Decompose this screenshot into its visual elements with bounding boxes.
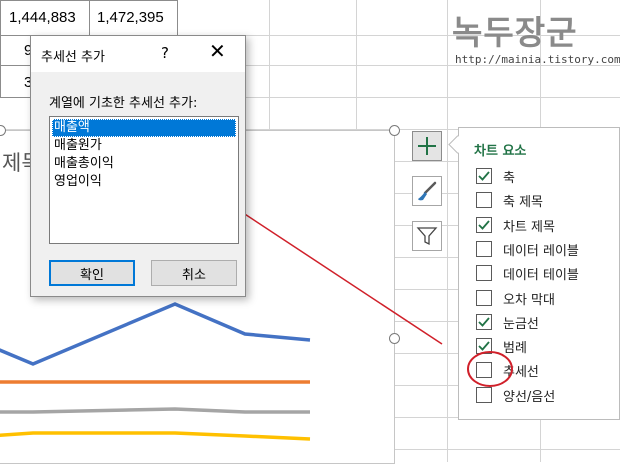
list-item[interactable]: 매출원가 [52, 137, 236, 155]
annotation-circle-trendline [467, 351, 513, 387]
list-item[interactable]: 매출액 [52, 119, 236, 137]
list-item[interactable]: 매출총이익 [52, 155, 236, 173]
dialog-title: 추세선 추가 [41, 50, 105, 65]
add-trendline-dialog: 추세선 추가 ? ✕ 계열에 기초한 추세선 추가: 매출액 매출원가 매출총이… [30, 35, 246, 297]
cancel-button[interactable]: 취소 [151, 260, 237, 286]
help-button[interactable]: ? [161, 44, 169, 62]
series-list-label: 계열에 기초한 추세선 추가: [49, 96, 198, 111]
list-item[interactable]: 영업이익 [52, 173, 236, 191]
close-icon[interactable]: ✕ [209, 41, 226, 61]
ok-button[interactable]: 확인 [49, 260, 135, 286]
series-listbox[interactable]: 매출액 매출원가 매출총이익 영업이익 [49, 116, 239, 244]
